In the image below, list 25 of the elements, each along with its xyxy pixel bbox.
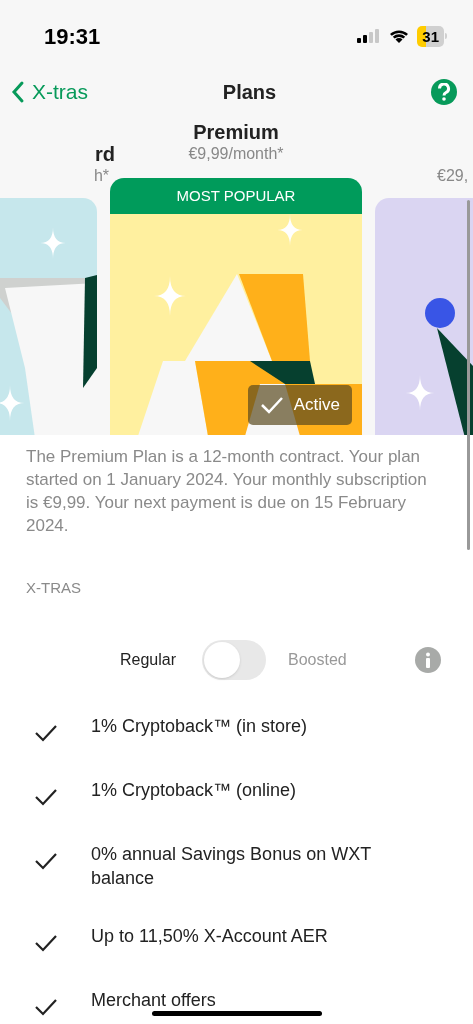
toggle-label: Boosted bbox=[288, 649, 347, 670]
back-button[interactable]: X-tras bbox=[10, 76, 88, 108]
popular-badge: MOST POPULAR bbox=[110, 178, 362, 214]
plan-title: Premium bbox=[193, 120, 279, 144]
toggle-label: Regular bbox=[120, 649, 177, 670]
plan-price: €29, bbox=[437, 166, 469, 186]
plan-price: €9,99/month* bbox=[188, 144, 284, 164]
active-badge: Active bbox=[247, 385, 352, 425]
boost-toggle[interactable] bbox=[202, 639, 267, 680]
plan-description: The Premium Plan is a 12-month contract. Your plan started on 1 January 2024. Your monthly subscription is €9,99. Your next payment is due on 15 February 2024. bbox=[25, 446, 428, 537]
section-label: X-TRAS bbox=[25, 578, 82, 598]
plan-title: rd bbox=[95, 142, 115, 166]
signal-icon bbox=[357, 29, 382, 43]
plan-price: h* bbox=[93, 166, 109, 186]
plan-card[interactable]: MOST POPULAR Active bbox=[110, 178, 362, 435]
info-icon[interactable] bbox=[415, 646, 441, 673]
feature-text: 1% Cryptoback™ (online) bbox=[91, 778, 297, 802]
feature-text: Up to 11,50% X-Account AER bbox=[91, 924, 328, 948]
feature-text: Merchant offers bbox=[91, 988, 216, 1012]
status-time: 19:31 bbox=[44, 22, 101, 51]
back-icon bbox=[10, 80, 26, 104]
feature-text: 1% Cryptoback™ (in store) bbox=[91, 714, 308, 738]
help-icon[interactable] bbox=[431, 79, 457, 105]
feature-text: 0% annual Savings Bonus on WXT balance bbox=[91, 842, 372, 890]
page-title: Plans bbox=[222, 80, 277, 105]
